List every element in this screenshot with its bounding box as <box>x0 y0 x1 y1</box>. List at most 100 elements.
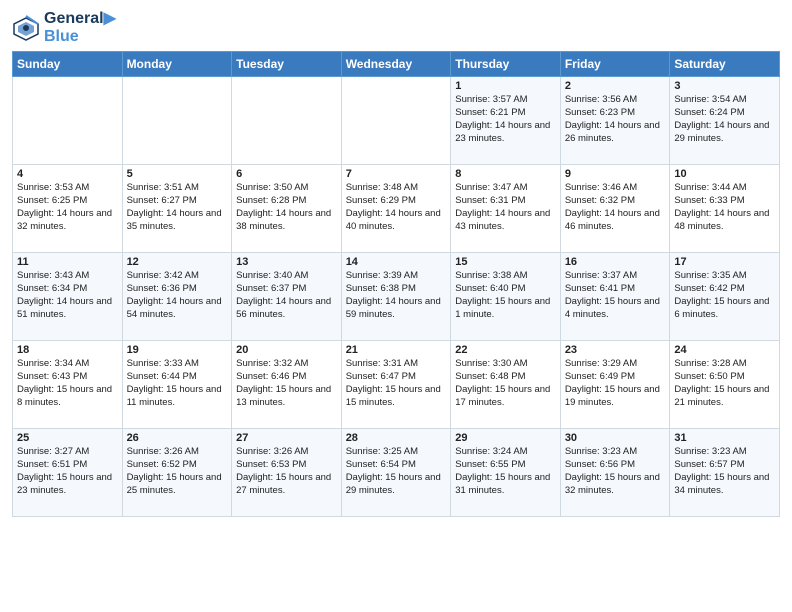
col-friday: Friday <box>560 52 670 77</box>
col-monday: Monday <box>122 52 232 77</box>
day-info: Daylight: 14 hours and 35 minutes. <box>127 208 228 234</box>
day-info: Sunrise: 3:37 AM <box>565 270 666 283</box>
day-cell <box>122 77 232 165</box>
day-info: Daylight: 14 hours and 38 minutes. <box>236 208 337 234</box>
day-info: Daylight: 15 hours and 19 minutes. <box>565 384 666 410</box>
day-info: Sunset: 6:27 PM <box>127 195 228 208</box>
logo-icon <box>12 14 40 42</box>
day-number: 16 <box>565 256 666 268</box>
day-cell: 4Sunrise: 3:53 AMSunset: 6:25 PMDaylight… <box>13 165 123 253</box>
calendar-header: Sunday Monday Tuesday Wednesday Thursday… <box>13 52 780 77</box>
day-info: Sunset: 6:43 PM <box>17 371 118 384</box>
day-cell: 29Sunrise: 3:24 AMSunset: 6:55 PMDayligh… <box>451 429 561 517</box>
day-info: Daylight: 15 hours and 32 minutes. <box>565 472 666 498</box>
day-info: Sunset: 6:33 PM <box>674 195 775 208</box>
day-number: 13 <box>236 256 337 268</box>
day-info: Daylight: 15 hours and 23 minutes. <box>17 472 118 498</box>
day-info: Daylight: 15 hours and 15 minutes. <box>346 384 447 410</box>
day-info: Sunset: 6:47 PM <box>346 371 447 384</box>
day-info: Sunrise: 3:44 AM <box>674 182 775 195</box>
day-cell: 25Sunrise: 3:27 AMSunset: 6:51 PMDayligh… <box>13 429 123 517</box>
day-cell: 19Sunrise: 3:33 AMSunset: 6:44 PMDayligh… <box>122 341 232 429</box>
day-number: 15 <box>455 256 556 268</box>
logo: General▶ Blue <box>12 10 116 45</box>
day-cell: 20Sunrise: 3:32 AMSunset: 6:46 PMDayligh… <box>232 341 342 429</box>
week-row-1: 1Sunrise: 3:57 AMSunset: 6:21 PMDaylight… <box>13 77 780 165</box>
day-number: 30 <box>565 432 666 444</box>
day-cell: 13 Sunrise: 3:40 AMSunset: 6:37 PMDayligh… <box>232 253 342 341</box>
day-cell: 7Sunrise: 3:48 AMSunset: 6:29 PMDaylight… <box>341 165 451 253</box>
day-number: 27 <box>236 432 337 444</box>
calendar-table: Sunday Monday Tuesday Wednesday Thursday… <box>12 51 780 517</box>
day-number: 7 <box>346 168 447 180</box>
day-info: Sunrise: 3:26 AM <box>236 446 337 459</box>
day-cell: 3Sunrise: 3:54 AMSunset: 6:24 PMDaylight… <box>670 77 780 165</box>
day-info: Sunset: 6:50 PM <box>674 371 775 384</box>
day-info: Sunrise: 3:39 AM <box>346 270 447 283</box>
day-info: Daylight: 15 hours and 21 minutes. <box>674 384 775 410</box>
day-cell: 8Sunrise: 3:47 AMSunset: 6:31 PMDaylight… <box>451 165 561 253</box>
day-info: Daylight: 15 hours and 34 minutes. <box>674 472 775 498</box>
day-info: Sunset: 6:40 PM <box>455 283 556 296</box>
day-info: Sunrise: 3:42 AM <box>127 270 228 283</box>
day-info: Sunset: 6:24 PM <box>674 107 775 120</box>
day-number: 25 <box>17 432 118 444</box>
day-info: Daylight: 15 hours and 6 minutes. <box>674 296 775 322</box>
day-info: Daylight: 14 hours and 23 minutes. <box>455 120 556 146</box>
week-row-2: 4Sunrise: 3:53 AMSunset: 6:25 PMDaylight… <box>13 165 780 253</box>
day-info: Sunset: 6:37 PM <box>236 283 337 296</box>
day-info: Sunset: 6:56 PM <box>565 459 666 472</box>
day-info: Sunset: 6:51 PM <box>17 459 118 472</box>
day-number: 24 <box>674 344 775 356</box>
day-info: Sunrise: 3:34 AM <box>17 358 118 371</box>
day-info: Sunrise: 3:40 AM <box>236 270 337 283</box>
day-info: Sunset: 6:38 PM <box>346 283 447 296</box>
day-number: 18 <box>17 344 118 356</box>
day-cell: 17Sunrise: 3:35 AMSunset: 6:42 PMDayligh… <box>670 253 780 341</box>
day-info: Sunset: 6:48 PM <box>455 371 556 384</box>
day-info: Daylight: 14 hours and 46 minutes. <box>565 208 666 234</box>
day-number: 14 <box>346 256 447 268</box>
day-cell: 27Sunrise: 3:26 AMSunset: 6:53 PMDayligh… <box>232 429 342 517</box>
day-info: Sunrise: 3:51 AM <box>127 182 228 195</box>
day-number: 1 <box>455 80 556 92</box>
week-row-4: 18Sunrise: 3:34 AMSunset: 6:43 PMDayligh… <box>13 341 780 429</box>
day-info: Daylight: 15 hours and 29 minutes. <box>346 472 447 498</box>
day-number: 5 <box>127 168 228 180</box>
main-container: General▶ Blue Sunday Monday Tuesday Wedn… <box>0 0 792 612</box>
day-info: Sunset: 6:29 PM <box>346 195 447 208</box>
day-cell: 2Sunrise: 3:56 AMSunset: 6:23 PMDaylight… <box>560 77 670 165</box>
day-info: Sunrise: 3:38 AM <box>455 270 556 283</box>
day-info: Daylight: 14 hours and 59 minutes. <box>346 296 447 322</box>
day-info: Daylight: 14 hours and 29 minutes. <box>674 120 775 146</box>
day-info: Sunset: 6:25 PM <box>17 195 118 208</box>
day-cell: 6Sunrise: 3:50 AMSunset: 6:28 PMDaylight… <box>232 165 342 253</box>
day-info: Sunset: 6:32 PM <box>565 195 666 208</box>
day-number: 6 <box>236 168 337 180</box>
day-cell: 10Sunrise: 3:44 AMSunset: 6:33 PMDayligh… <box>670 165 780 253</box>
day-info: Daylight: 14 hours and 56 minutes. <box>236 296 337 322</box>
day-cell: 14 Sunrise: 3:39 AMSunset: 6:38 PMDayligh… <box>341 253 451 341</box>
col-tuesday: Tuesday <box>232 52 342 77</box>
day-info: Sunset: 6:21 PM <box>455 107 556 120</box>
day-number: 23 <box>565 344 666 356</box>
day-number: 19 <box>127 344 228 356</box>
day-info: Sunset: 6:44 PM <box>127 371 228 384</box>
day-cell: 28Sunrise: 3:25 AMSunset: 6:54 PMDayligh… <box>341 429 451 517</box>
day-number: 17 <box>674 256 775 268</box>
col-wednesday: Wednesday <box>341 52 451 77</box>
day-info: Sunset: 6:34 PM <box>17 283 118 296</box>
calendar-body: 1Sunrise: 3:57 AMSunset: 6:21 PMDaylight… <box>13 77 780 517</box>
day-number: 2 <box>565 80 666 92</box>
day-cell: 16Sunrise: 3:37 AMSunset: 6:41 PMDayligh… <box>560 253 670 341</box>
day-info: Sunrise: 3:50 AM <box>236 182 337 195</box>
day-cell: 18 Sunrise: 3:34 AMSunset: 6:43 PMDayligh… <box>13 341 123 429</box>
day-cell <box>232 77 342 165</box>
day-cell <box>13 77 123 165</box>
day-info: Daylight: 15 hours and 4 minutes. <box>565 296 666 322</box>
day-info: Sunset: 6:42 PM <box>674 283 775 296</box>
day-info: Daylight: 15 hours and 8 minutes. <box>17 384 118 410</box>
day-cell: 15Sunrise: 3:38 AMSunset: 6:40 PMDayligh… <box>451 253 561 341</box>
day-number: 9 <box>565 168 666 180</box>
day-info: Sunrise: 3:30 AM <box>455 358 556 371</box>
